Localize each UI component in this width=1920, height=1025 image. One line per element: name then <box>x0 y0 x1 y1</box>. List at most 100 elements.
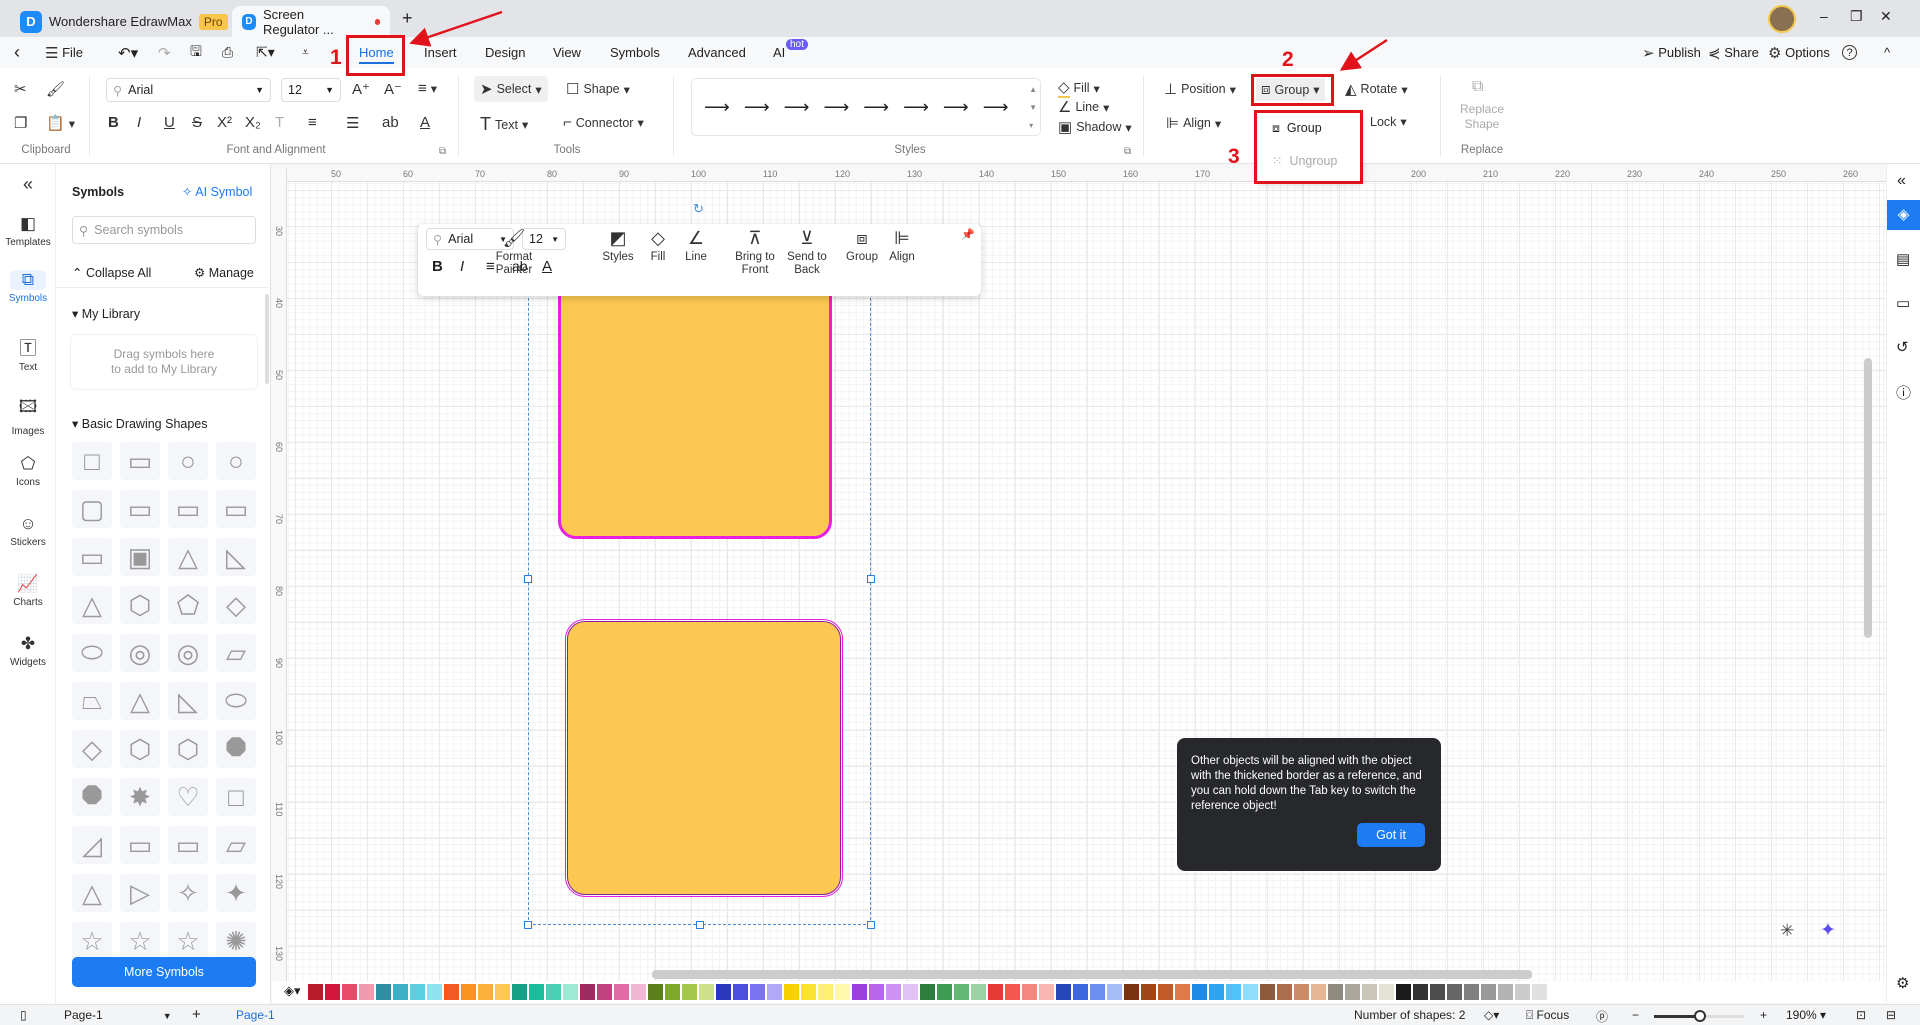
float-format-painter-button[interactable]: 🖌 Format Painter <box>488 229 540 277</box>
color-swatch[interactable] <box>665 984 680 1000</box>
basic-shape-symbol[interactable]: ◎ <box>168 634 208 672</box>
basic-shape-symbol[interactable]: ⬡ <box>120 730 160 768</box>
color-swatch[interactable] <box>818 984 833 1000</box>
basic-shape-symbol[interactable]: △ <box>168 538 208 576</box>
layers-icon[interactable]: ◇▾ <box>1484 1008 1499 1022</box>
color-swatch[interactable] <box>393 984 408 1000</box>
add-page-button[interactable]: + <box>192 1006 201 1023</box>
nav-icons[interactable]: ⬠ Icons <box>0 454 56 488</box>
horizontal-scrollbar[interactable] <box>652 970 1532 979</box>
play-icon[interactable]: ⓟ <box>1596 1008 1608 1025</box>
basic-shape-symbol[interactable]: ▭ <box>72 538 112 576</box>
basic-shape-symbol[interactable]: ☆ <box>120 922 160 960</box>
color-swatch[interactable] <box>784 984 799 1000</box>
float-group-button[interactable]: ⧈ Group <box>842 229 882 264</box>
basic-shape-symbol[interactable]: ✦ <box>216 874 256 912</box>
float-styles-button[interactable]: ◩ Styles <box>598 229 638 264</box>
got-it-button[interactable]: Got it <box>1357 823 1425 847</box>
basic-shape-symbol[interactable]: ⬭ <box>216 682 256 720</box>
basic-shape-symbol[interactable]: ◇ <box>216 586 256 624</box>
color-swatch[interactable] <box>563 984 578 1000</box>
color-swatch[interactable] <box>1481 984 1496 1000</box>
help-icon[interactable]: ⓘ <box>1896 382 1911 403</box>
collapse-panel-button[interactable]: « <box>0 174 56 195</box>
color-swatch[interactable] <box>852 984 867 1000</box>
basic-shape-symbol[interactable]: ○ <box>216 442 256 480</box>
color-swatch[interactable] <box>1056 984 1071 1000</box>
color-swatch[interactable] <box>631 984 646 1000</box>
basic-shape-symbol[interactable]: ◺ <box>216 538 256 576</box>
color-swatch[interactable] <box>427 984 442 1000</box>
color-swatch[interactable] <box>1379 984 1394 1000</box>
color-swatch[interactable] <box>1430 984 1445 1000</box>
nav-stickers[interactable]: ☺ Stickers <box>0 514 56 548</box>
resize-handle[interactable] <box>524 575 532 583</box>
basic-shape-symbol[interactable]: ◺ <box>168 682 208 720</box>
color-swatch[interactable] <box>920 984 935 1000</box>
color-swatch[interactable] <box>750 984 765 1000</box>
color-swatch[interactable] <box>801 984 816 1000</box>
page-layout-icon[interactable]: ▯ <box>20 1008 27 1022</box>
basic-shape-symbol[interactable]: ◎ <box>120 634 160 672</box>
color-swatch[interactable] <box>325 984 340 1000</box>
color-swatch[interactable] <box>342 984 357 1000</box>
color-swatch[interactable] <box>1345 984 1360 1000</box>
color-swatch[interactable] <box>682 984 697 1000</box>
color-swatch[interactable] <box>716 984 731 1000</box>
basic-shape-symbol[interactable]: △ <box>72 874 112 912</box>
float-italic-icon[interactable]: I <box>460 258 464 275</box>
color-swatch[interactable] <box>903 984 918 1000</box>
color-swatch[interactable] <box>1294 984 1309 1000</box>
color-swatch[interactable] <box>1073 984 1088 1000</box>
color-swatch[interactable] <box>1362 984 1377 1000</box>
color-swatch[interactable] <box>699 984 714 1000</box>
vertical-scrollbar[interactable] <box>1864 358 1872 638</box>
page-properties-icon[interactable]: ▤ <box>1896 250 1910 268</box>
sparkle-settings-icon[interactable]: ✳ <box>1780 921 1794 941</box>
color-swatch[interactable] <box>1328 984 1343 1000</box>
nav-widgets[interactable]: ✤ Widgets <box>0 634 56 668</box>
styles-dialog-launcher-icon[interactable]: ⧉ <box>1124 146 1131 157</box>
collapse-all-button[interactable]: ⌃ Collapse All <box>72 265 151 280</box>
fit-page-icon[interactable]: ⊡ <box>1856 1008 1866 1022</box>
color-swatch[interactable] <box>1158 984 1173 1000</box>
nav-text[interactable]: 🅃 Text <box>0 334 56 373</box>
basic-shape-symbol[interactable]: ☆ <box>72 922 112 960</box>
color-swatch[interactable] <box>1549 984 1564 1000</box>
basic-shape-symbol[interactable]: ▷ <box>120 874 160 912</box>
color-swatch[interactable] <box>937 984 952 1000</box>
basic-shape-symbol[interactable]: ▣ <box>120 538 160 576</box>
color-swatch[interactable] <box>1311 984 1326 1000</box>
basic-shape-symbol[interactable]: ⯃ <box>72 778 112 816</box>
page-tab[interactable]: Page-1 <box>236 1008 275 1022</box>
color-swatch[interactable] <box>1447 984 1462 1000</box>
fit-width-icon[interactable]: ⊟ <box>1886 1008 1896 1022</box>
float-font-color-icon[interactable]: A <box>542 258 552 275</box>
my-library-header[interactable]: ▾ My Library <box>72 306 140 321</box>
color-swatch[interactable] <box>869 984 884 1000</box>
color-swatch[interactable] <box>444 984 459 1000</box>
color-swatch[interactable] <box>1515 984 1530 1000</box>
basic-shape-symbol[interactable]: ▭ <box>216 490 256 528</box>
color-swatch[interactable] <box>512 984 527 1000</box>
page-select[interactable]: Page-1 ▼ <box>64 1008 172 1022</box>
color-swatch[interactable] <box>410 984 425 1000</box>
zoom-slider-thumb[interactable] <box>1694 1010 1706 1022</box>
color-swatch[interactable] <box>971 984 986 1000</box>
basic-shape-symbol[interactable]: ✺ <box>216 922 256 960</box>
my-library-dropzone[interactable]: Drag symbols here to add to My Library <box>70 334 258 390</box>
history-icon[interactable]: ↺ <box>1896 338 1909 356</box>
float-fill-button[interactable]: ◇ Fill <box>638 229 678 264</box>
resize-handle[interactable] <box>696 921 704 929</box>
basic-shape-symbol[interactable]: ⬠ <box>168 586 208 624</box>
color-swatch[interactable] <box>529 984 544 1000</box>
manage-button[interactable]: ⚙ Manage <box>194 265 254 280</box>
color-swatch[interactable] <box>1243 984 1258 1000</box>
color-swatch[interactable] <box>733 984 748 1000</box>
basic-shape-symbol[interactable]: ▢ <box>72 490 112 528</box>
basic-shape-symbol[interactable]: ✧ <box>168 874 208 912</box>
color-swatch[interactable] <box>1107 984 1122 1000</box>
expand-panel-icon[interactable]: « <box>1897 172 1906 190</box>
basic-shape-symbol[interactable]: ⏥ <box>216 826 256 864</box>
basic-shape-symbol[interactable]: ⏢ <box>72 682 112 720</box>
